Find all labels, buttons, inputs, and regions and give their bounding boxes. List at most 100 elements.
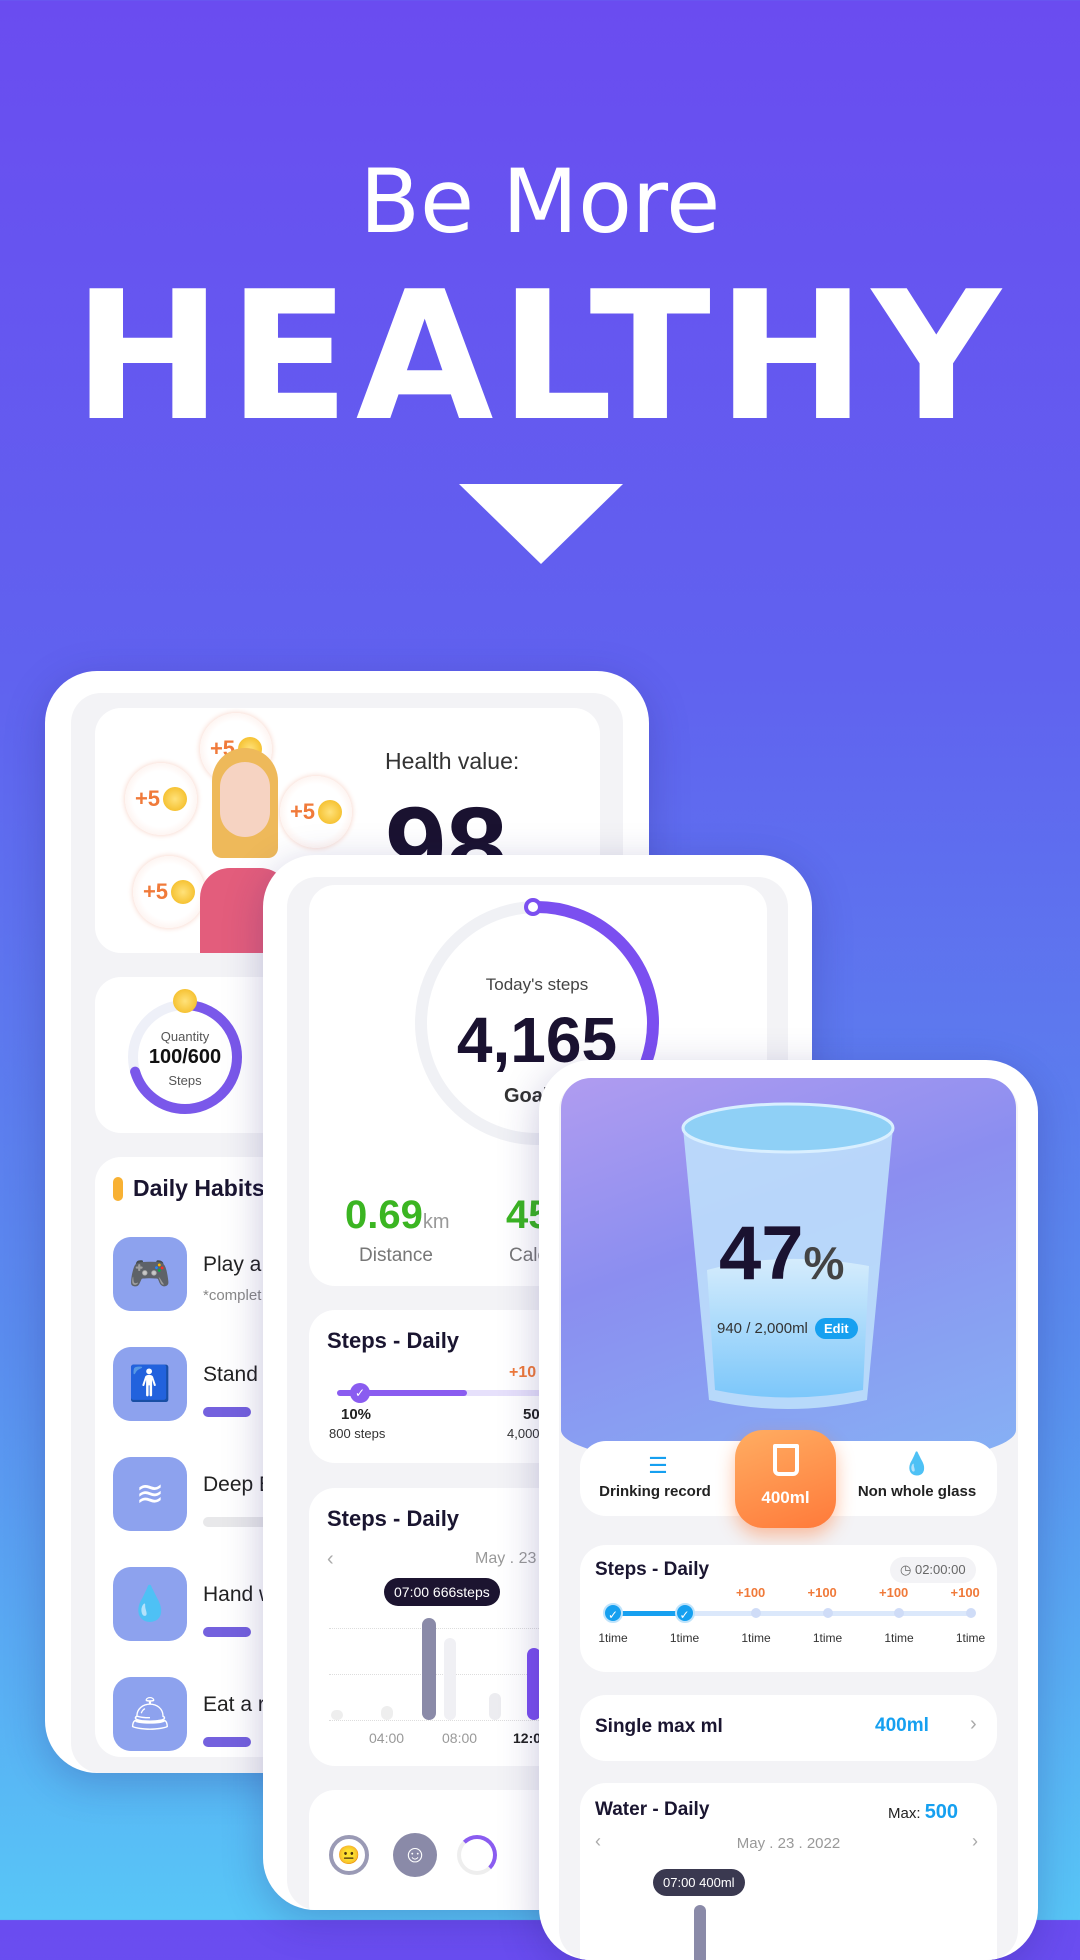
drink-steps-card: Steps - Daily ◷ 02:00:00 ✓ 1time ✓ 1time 1ti… (580, 1545, 997, 1672)
habit-label: Eat a r (203, 1693, 265, 1716)
person-standing-icon: 🚹 (113, 1347, 187, 1421)
milestone-label: 1time (598, 1631, 628, 1645)
max-text: Max: (888, 1805, 921, 1822)
max-value: 500 (924, 1801, 959, 1823)
check-icon: ✓ (603, 1603, 623, 1623)
x-tick: 08:00 (442, 1730, 478, 1746)
habit-label: Stand (203, 1363, 258, 1386)
cup-amount: 400ml (761, 1488, 810, 1507)
habit-progress (203, 1627, 251, 1637)
food-cloche-icon: 🛎 (113, 1677, 187, 1751)
card-title: Water - Daily (595, 1799, 710, 1820)
coin-icon (318, 800, 343, 824)
edit-button[interactable]: Edit (815, 1318, 858, 1339)
chart-bar[interactable] (422, 1618, 436, 1720)
chart-date: May . 23 (475, 1550, 537, 1567)
chart-bar[interactable] (694, 1905, 706, 1960)
wind-icon: ≋ (113, 1457, 187, 1531)
chart-bar[interactable] (331, 1710, 343, 1720)
bonus-label: +5 (289, 799, 316, 824)
chart-bar[interactable] (381, 1706, 393, 1720)
section-marker (113, 1177, 123, 1201)
clock-icon: ◷ (900, 1562, 915, 1577)
max-label: Max: 500 (888, 1801, 958, 1824)
coin-icon (163, 787, 188, 811)
coin-icon (171, 880, 196, 904)
health-label: Health value: (385, 748, 520, 774)
non-whole-glass-button[interactable]: Non whole glass (842, 1483, 992, 1500)
front-phone: 47% 940 / 2,000ml Edit ☰ Drinking record… (539, 1060, 1038, 1960)
coin-icon (173, 989, 197, 1013)
bonus-label: +10 (509, 1364, 537, 1381)
chart-bar[interactable] (489, 1693, 501, 1720)
record-list-icon: ☰ (648, 1453, 668, 1478)
chart-tooltip: 07:00 666steps (384, 1578, 500, 1606)
water-drop-icon: 💧 (903, 1451, 931, 1476)
bonus-bubble[interactable]: +5 (280, 776, 352, 848)
prev-day-button[interactable]: ‹ (327, 1548, 334, 1571)
steps-label: Today's steps (485, 975, 589, 994)
percent-sign: % (803, 1237, 845, 1289)
bonus-label: +100 (950, 1585, 980, 1600)
habit-item[interactable]: 🚹 (113, 1347, 187, 1421)
milestone-dot (894, 1608, 904, 1618)
neutral-face-icon[interactable]: 😐 (329, 1835, 369, 1875)
loading-ring-icon (457, 1835, 497, 1875)
check-icon: ✓ (674, 1603, 695, 1623)
habit-item[interactable]: 💧 (113, 1567, 187, 1641)
habit-label: Play a (203, 1253, 262, 1276)
bonus-label: +5 (134, 786, 161, 811)
bonus-label: +100 (879, 1585, 909, 1600)
water-drops-icon: 💧 (113, 1567, 187, 1641)
chart-date: May . 23 . 2022 (736, 1835, 841, 1852)
milestone-dot (751, 1608, 761, 1618)
smile-face-icon[interactable]: ☺ (393, 1833, 437, 1877)
single-max-label: Single max ml (595, 1716, 723, 1737)
bonus-bubble[interactable]: +5 (133, 856, 205, 928)
hero-line-1: Be More (359, 150, 721, 253)
habit-item[interactable]: 🎮 (113, 1237, 187, 1311)
milestone-label: 1time (955, 1631, 986, 1645)
milestone-steps: 4,000 (507, 1426, 540, 1441)
bonus-bubble[interactable]: +5 (125, 763, 197, 835)
milestone-dot (822, 1608, 833, 1618)
gamepad-icon: 🎮 (113, 1237, 187, 1311)
chevron-right-icon: › (970, 1713, 977, 1735)
distance-unit: km (422, 1211, 450, 1233)
single-max-card[interactable]: Single max ml 400ml › (580, 1695, 997, 1761)
milestone-dot (965, 1608, 976, 1618)
chart-tooltip: 07:00 400ml (653, 1869, 745, 1896)
next-day-button[interactable]: › (972, 1831, 978, 1852)
card-title: Steps - Daily (327, 1328, 460, 1353)
milestone-label: 1time (741, 1631, 771, 1645)
quantity-value: 100/600 (148, 1046, 222, 1068)
check-icon: ✓ (350, 1383, 370, 1403)
habits-title: Daily Habits (133, 1175, 265, 1201)
percent-value: 47 (719, 1211, 804, 1296)
milestone-steps: 800 steps (329, 1426, 386, 1441)
water-amount: 940 / 2,000ml (717, 1320, 808, 1337)
card-title: Steps - Daily (595, 1559, 710, 1580)
distance-value: 0.69km (345, 1193, 450, 1238)
milestone-label: 1time (884, 1631, 914, 1645)
add-cup-button[interactable]: 400ml (735, 1430, 836, 1528)
habit-progress (203, 1737, 251, 1747)
milestone-pct: 50 (523, 1406, 540, 1423)
chart-bar[interactable] (444, 1638, 456, 1720)
bonus-label: +100 (736, 1585, 766, 1600)
bonus-label: +100 (807, 1585, 837, 1600)
timer-value: 02:00:00 (914, 1562, 966, 1577)
habit-item[interactable]: ≋ (113, 1457, 187, 1531)
down-arrow-icon (459, 484, 623, 564)
milestone-label: 1time (669, 1631, 700, 1645)
habit-sub: *complet (203, 1287, 262, 1304)
single-max-value: 400ml (875, 1715, 929, 1736)
milestone-label: 1time (812, 1631, 843, 1645)
hero-line-2: HEALTHY (73, 253, 1007, 460)
drinking-record-button[interactable]: Drinking record (580, 1483, 730, 1500)
water-percent: 47% (719, 1210, 844, 1297)
habit-item[interactable]: 🛎 (113, 1677, 187, 1751)
bonus-label: +5 (142, 879, 169, 904)
distance-label: Distance (359, 1245, 433, 1266)
cup-icon (773, 1444, 799, 1476)
